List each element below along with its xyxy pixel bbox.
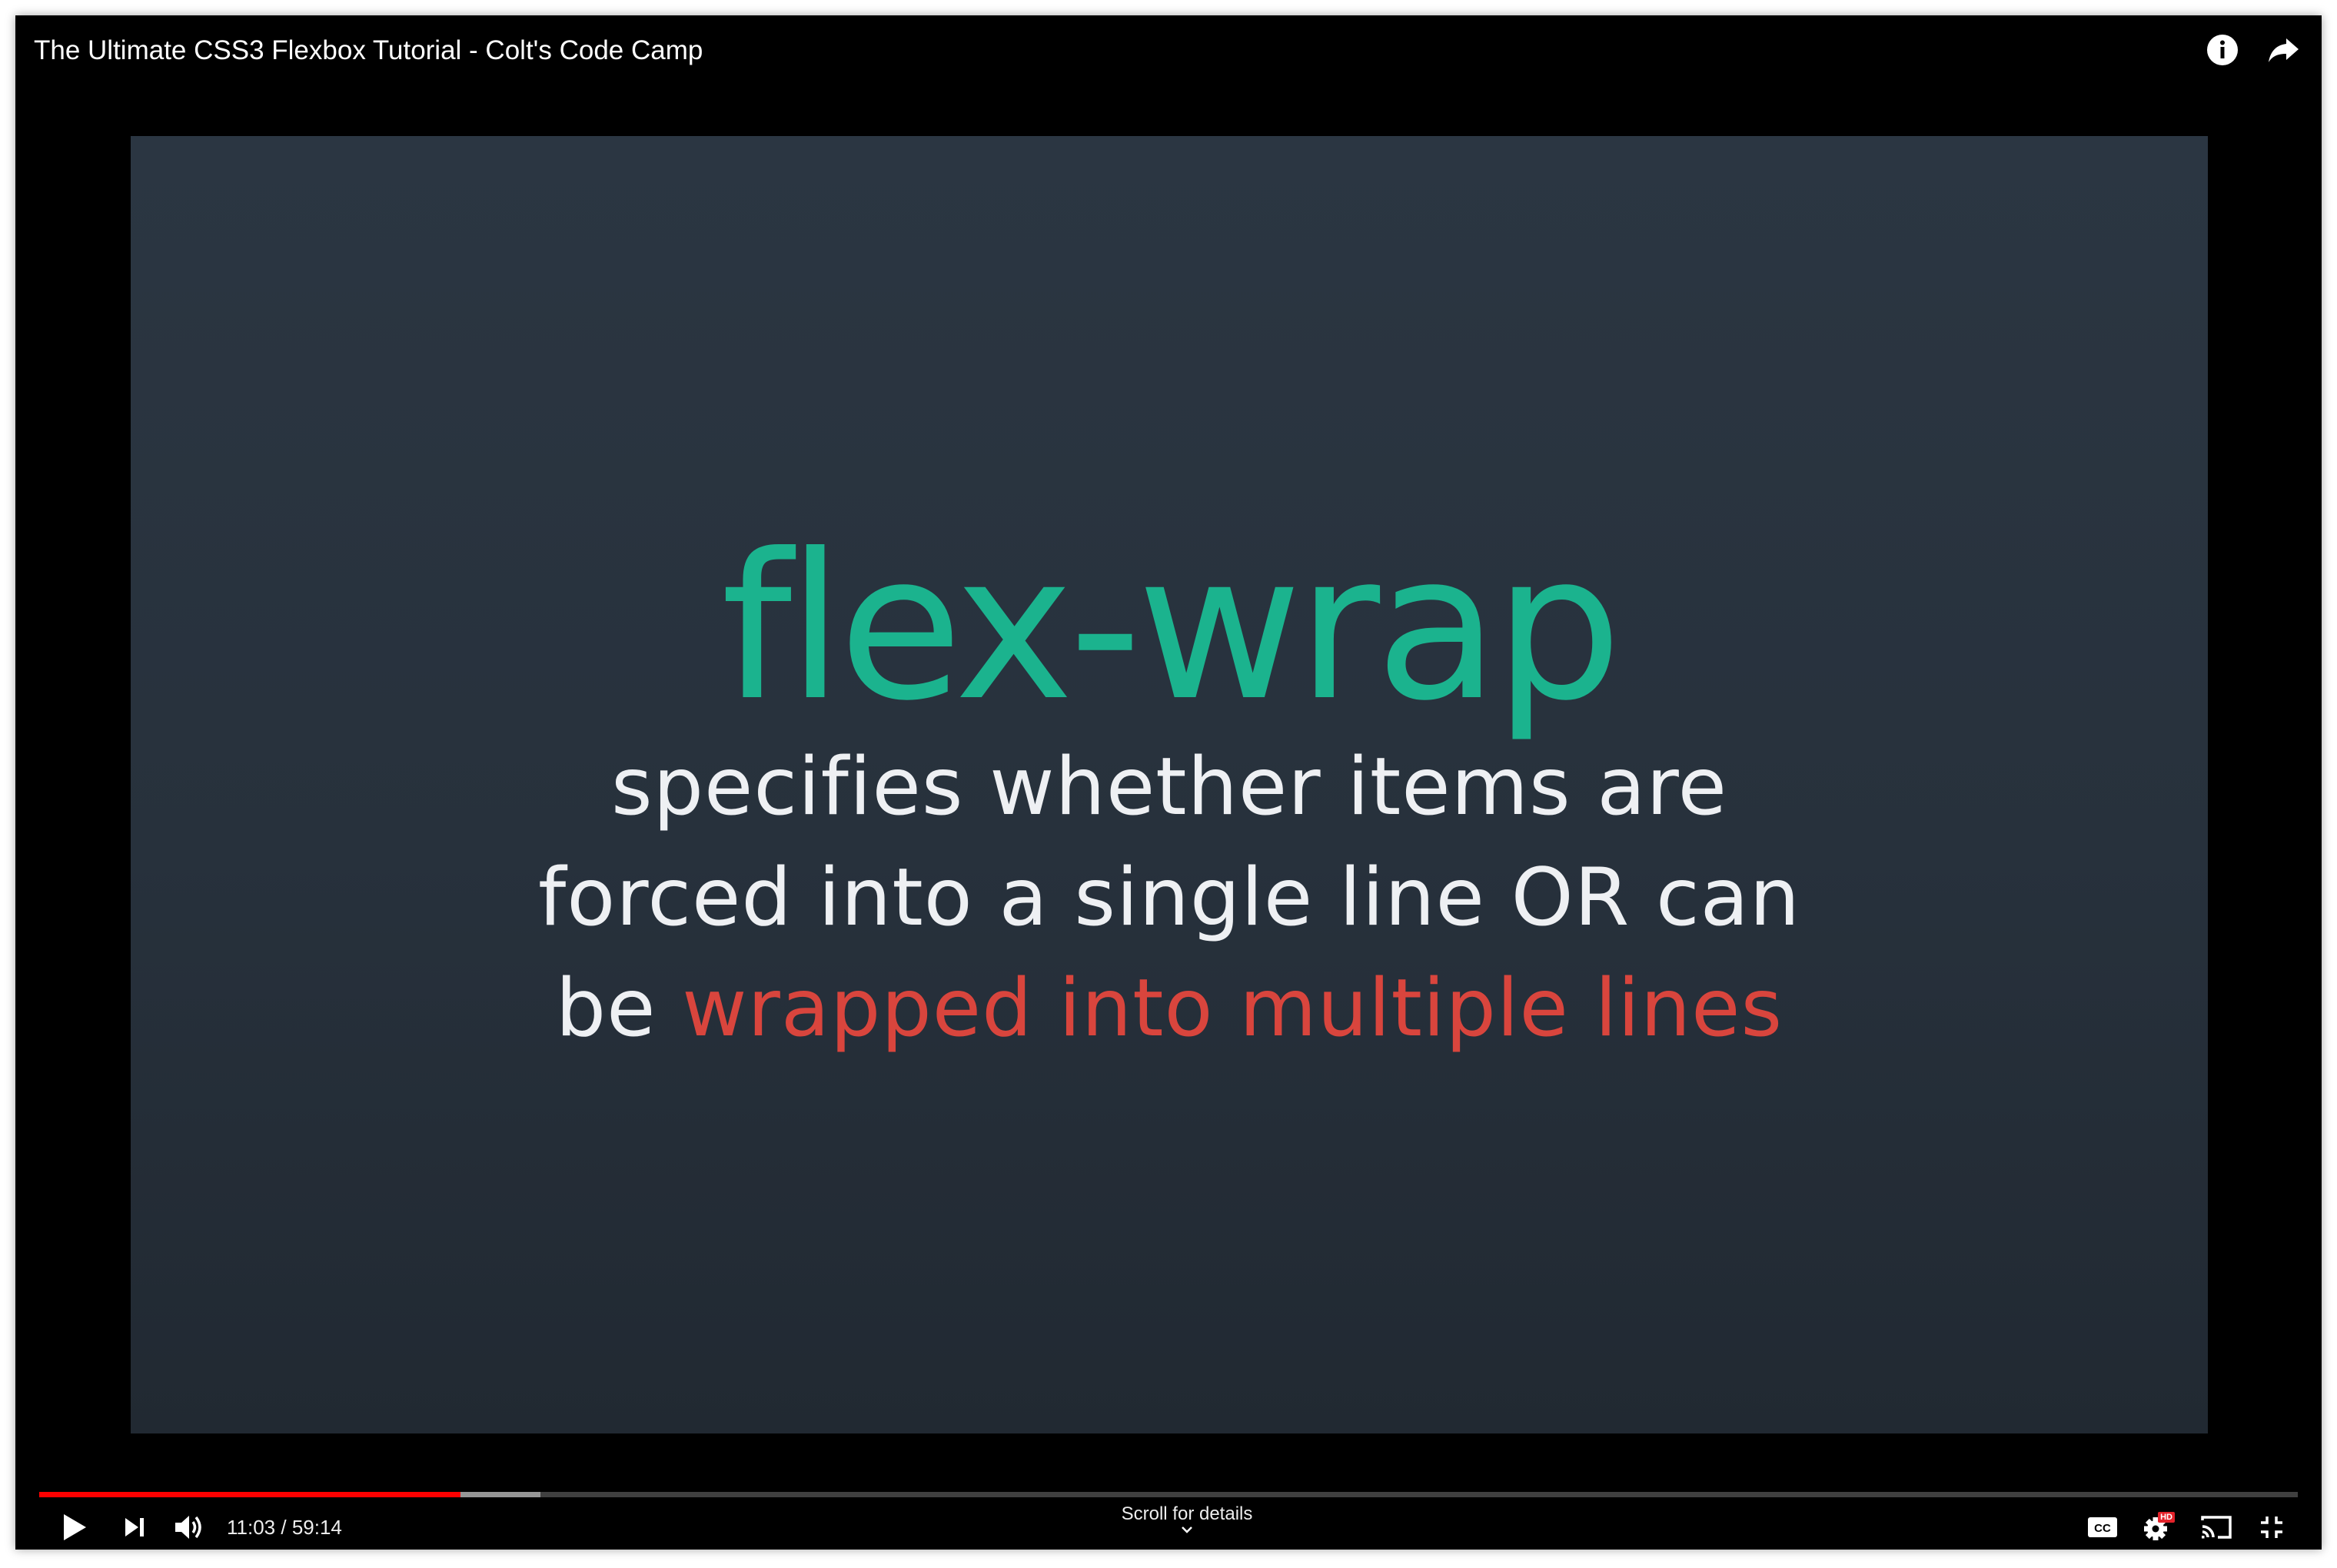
play-icon: [62, 1513, 88, 1542]
settings-gear-icon: HD: [2141, 1512, 2175, 1543]
current-time: 11:03: [227, 1516, 276, 1539]
progress-played: [39, 1492, 461, 1497]
cast-button[interactable]: [2197, 1508, 2236, 1546]
cast-icon: [2199, 1513, 2233, 1541]
control-bar: 11:03 / 59:14 Scroll for details CC HD: [15, 1502, 2322, 1550]
next-button[interactable]: [115, 1508, 154, 1546]
time-display: 11:03 / 59:14: [227, 1514, 342, 1540]
exit-fullscreen-icon: [2259, 1514, 2285, 1540]
slide-line-1: specifies whether items are: [610, 741, 1727, 833]
video-title[interactable]: The Ultimate CSS3 Flexbox Tutorial - Col…: [34, 32, 703, 69]
scroll-hint-label: Scroll for details: [1121, 1503, 1253, 1524]
settings-button[interactable]: HD: [2139, 1508, 2177, 1546]
exit-fullscreen-button[interactable]: [2252, 1508, 2291, 1546]
progress-bar[interactable]: [39, 1492, 2298, 1497]
scroll-for-details[interactable]: Scroll for details: [1072, 1502, 1302, 1536]
slide-line-3-highlight: wrapped into multiple lines: [682, 962, 1784, 1055]
play-button[interactable]: [55, 1508, 94, 1546]
slide-line-3-plain: be: [555, 962, 683, 1055]
duration: 59:14: [291, 1516, 342, 1539]
volume-icon: [174, 1513, 206, 1542]
skip-next-icon: [123, 1516, 146, 1539]
slide-line-2: forced into a single line OR can: [537, 852, 1801, 944]
info-icon[interactable]: [2205, 32, 2240, 68]
mute-button[interactable]: [171, 1508, 209, 1546]
video-frame[interactable]: flex-wrap specifies whether items are fo…: [131, 136, 2208, 1433]
hd-badge: HD: [2158, 1512, 2175, 1523]
share-icon[interactable]: [2266, 32, 2302, 68]
svg-text:CC: CC: [2094, 1522, 2111, 1535]
time-separator: /: [275, 1516, 292, 1539]
slide-heading: flex-wrap: [720, 510, 1622, 745]
top-right-controls: [2205, 32, 2302, 68]
video-player[interactable]: The Ultimate CSS3 Flexbox Tutorial - Col…: [15, 15, 2322, 1550]
slide-body: specifies whether items are forced into …: [131, 732, 2208, 1064]
chevron-down-icon: [1072, 1525, 1302, 1536]
captions-button[interactable]: CC: [2083, 1508, 2122, 1546]
slide-line-3: be wrapped into multiple lines: [131, 953, 2208, 1064]
closed-captions-icon: CC: [2087, 1516, 2118, 1539]
